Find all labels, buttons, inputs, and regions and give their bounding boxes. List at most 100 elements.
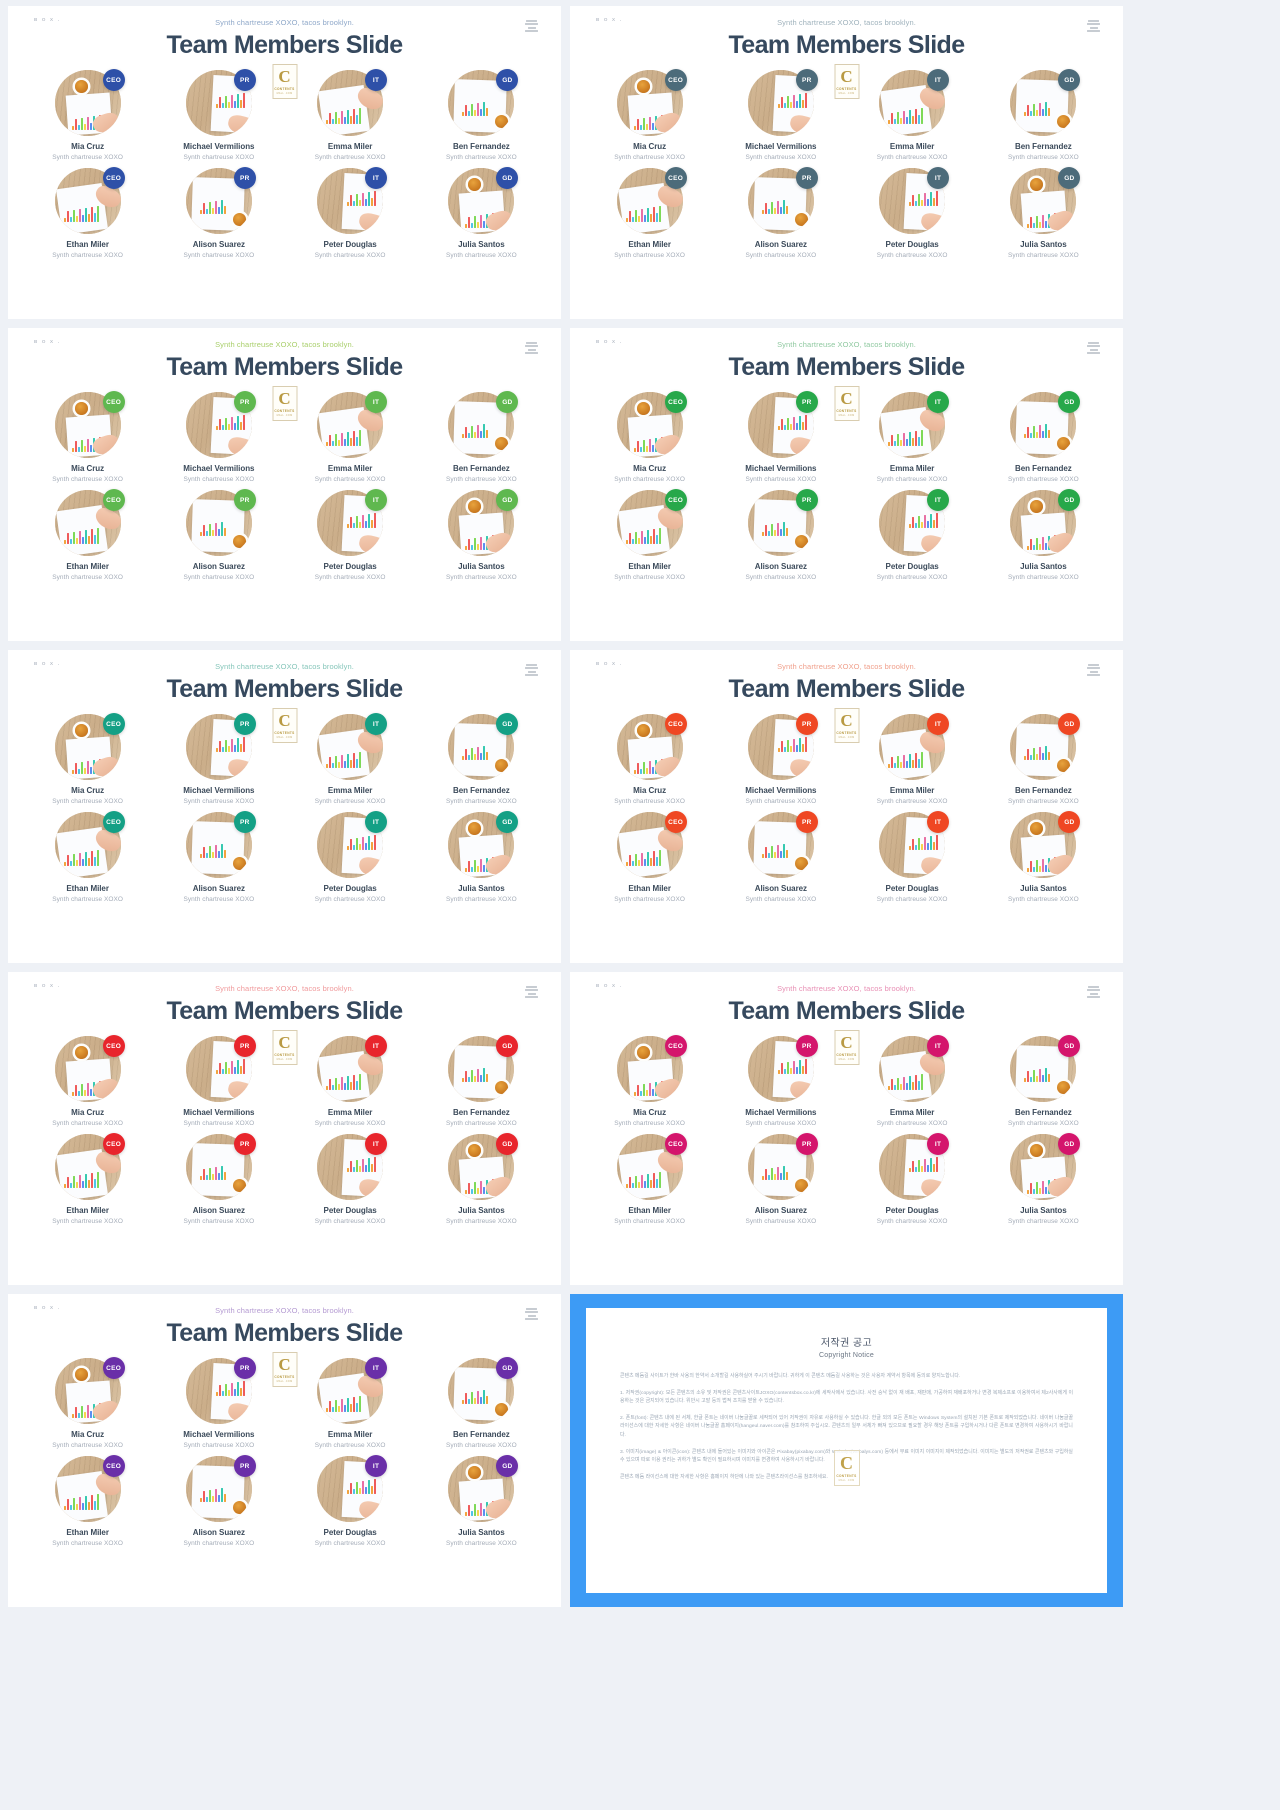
member-tagline: Synth chartreuse XOXO	[52, 154, 124, 161]
team-member-card[interactable]: IT Emma Miler Synth chartreuse XOXO	[285, 713, 416, 805]
role-badge: GD	[496, 167, 519, 189]
team-member-card[interactable]: GD Ben Fernandez Synth chartreuse XOXO	[978, 1035, 1109, 1127]
team-member-card[interactable]: IT Peter Douglas Synth chartreuse XOXO	[847, 1133, 978, 1225]
team-member-card[interactable]: PR Alison Suarez Synth chartreuse XOXO	[153, 1133, 284, 1225]
team-member-card[interactable]: CEO Ethan Miler Synth chartreuse XOXO	[584, 811, 715, 903]
team-member-card[interactable]: IT Emma Miler Synth chartreuse XOXO	[847, 713, 978, 805]
team-member-card[interactable]: GD Ben Fernandez Synth chartreuse XOXO	[978, 713, 1109, 805]
slide-card-9[interactable]: B O X . Synth chartreuse XOXO, tacos bro…	[8, 1294, 561, 1607]
team-member-card[interactable]: GD Julia Santos Synth chartreuse XOXO	[416, 1133, 547, 1225]
team-member-card[interactable]: GD Julia Santos Synth chartreuse XOXO	[978, 811, 1109, 903]
team-member-card[interactable]: CEO Mia Cruz Synth chartreuse XOXO	[584, 69, 715, 161]
member-name: Ben Fernandez	[1015, 1108, 1072, 1117]
role-badge: PR	[795, 167, 818, 189]
team-member-card[interactable]: CEO Mia Cruz Synth chartreuse XOXO	[584, 713, 715, 805]
team-member-card[interactable]: IT Emma Miler Synth chartreuse XOXO	[847, 391, 978, 483]
team-member-card[interactable]: CEO Ethan Miler Synth chartreuse XOXO	[584, 489, 715, 581]
team-member-card[interactable]: IT Peter Douglas Synth chartreuse XOXO	[285, 167, 416, 259]
team-member-card[interactable]: PR Michael Vermilions Synth chartreuse X…	[153, 391, 284, 483]
team-member-card[interactable]: PR Michael Vermilions Synth chartreuse X…	[715, 1035, 846, 1127]
team-member-card[interactable]: CEO Mia Cruz Synth chartreuse XOXO	[22, 391, 153, 483]
slide-card-7[interactable]: B O X . Synth chartreuse XOXO, tacos bro…	[8, 972, 561, 1285]
slide-card-3[interactable]: B O X . Synth chartreuse XOXO, tacos bro…	[8, 328, 561, 641]
team-member-card[interactable]: CEO Mia Cruz Synth chartreuse XOXO	[22, 69, 153, 161]
team-member-card[interactable]: CEO Ethan Miler Synth chartreuse XOXO	[22, 1455, 153, 1547]
member-name: Alison Suarez	[192, 884, 245, 893]
team-member-card[interactable]: IT Emma Miler Synth chartreuse XOXO	[285, 391, 416, 483]
team-member-card[interactable]: CEO Ethan Miler Synth chartreuse XOXO	[22, 489, 153, 581]
slide-card-1[interactable]: B O X . Synth chartreuse XOXO, tacos bro…	[8, 6, 561, 319]
team-member-card[interactable]: GD Julia Santos Synth chartreuse XOXO	[978, 167, 1109, 259]
member-name: Michael Vermilions	[745, 1108, 817, 1117]
team-member-card[interactable]: PR Michael Vermilions Synth chartreuse X…	[715, 713, 846, 805]
team-member-card[interactable]: CEO Mia Cruz Synth chartreuse XOXO	[22, 713, 153, 805]
team-member-card[interactable]: IT Peter Douglas Synth chartreuse XOXO	[847, 489, 978, 581]
team-member-card[interactable]: IT Peter Douglas Synth chartreuse XOXO	[285, 811, 416, 903]
team-member-card[interactable]: PR Alison Suarez Synth chartreuse XOXO	[153, 811, 284, 903]
team-member-card[interactable]: GD Ben Fernandez Synth chartreuse XOXO	[978, 69, 1109, 161]
role-badge: IT	[365, 489, 388, 511]
team-member-card[interactable]: PR Alison Suarez Synth chartreuse XOXO	[715, 811, 846, 903]
team-member-card[interactable]: PR Michael Vermilions Synth chartreuse X…	[153, 713, 284, 805]
team-member-card[interactable]: IT Emma Miler Synth chartreuse XOXO	[285, 69, 416, 161]
slide-card-2[interactable]: B O X . Synth chartreuse XOXO, tacos bro…	[570, 6, 1123, 319]
team-member-card[interactable]: GD Ben Fernandez Synth chartreuse XOXO	[416, 713, 547, 805]
team-member-card[interactable]: IT Peter Douglas Synth chartreuse XOXO	[847, 167, 978, 259]
team-member-card[interactable]: IT Emma Miler Synth chartreuse XOXO	[285, 1035, 416, 1127]
team-member-card[interactable]: GD Julia Santos Synth chartreuse XOXO	[416, 489, 547, 581]
stacked-layers-logo-icon	[524, 986, 539, 1000]
member-tagline: Synth chartreuse XOXO	[614, 798, 686, 805]
team-member-card[interactable]: IT Peter Douglas Synth chartreuse XOXO	[285, 1133, 416, 1225]
avatar-wrap: CEO	[616, 1133, 687, 1200]
team-member-card[interactable]: PR Alison Suarez Synth chartreuse XOXO	[715, 167, 846, 259]
team-member-card[interactable]: CEO Ethan Miler Synth chartreuse XOXO	[584, 167, 715, 259]
team-member-card[interactable]: GD Julia Santos Synth chartreuse XOXO	[416, 811, 547, 903]
team-member-card[interactable]: IT Emma Miler Synth chartreuse XOXO	[847, 1035, 978, 1127]
member-tagline: Synth chartreuse XOXO	[1007, 1120, 1079, 1127]
slide-card-4[interactable]: B O X . Synth chartreuse XOXO, tacos bro…	[570, 328, 1123, 641]
slide-card-5[interactable]: B O X . Synth chartreuse XOXO, tacos bro…	[8, 650, 561, 963]
team-member-card[interactable]: PR Michael Vermilions Synth chartreuse X…	[153, 69, 284, 161]
team-member-card[interactable]: GD Ben Fernandez Synth chartreuse XOXO	[416, 1035, 547, 1127]
team-member-card[interactable]: IT Emma Miler Synth chartreuse XOXO	[847, 69, 978, 161]
stacked-layers-logo-icon	[524, 342, 539, 356]
member-tagline: Synth chartreuse XOXO	[183, 1540, 255, 1547]
team-member-card[interactable]: PR Michael Vermilions Synth chartreuse X…	[715, 69, 846, 161]
team-member-card[interactable]: GD Ben Fernandez Synth chartreuse XOXO	[416, 391, 547, 483]
avatar-wrap: IT	[317, 1133, 388, 1200]
team-member-card[interactable]: GD Julia Santos Synth chartreuse XOXO	[978, 489, 1109, 581]
slide-card-6[interactable]: B O X . Synth chartreuse XOXO, tacos bro…	[570, 650, 1123, 963]
team-member-card[interactable]: GD Ben Fernandez Synth chartreuse XOXO	[978, 391, 1109, 483]
team-member-card[interactable]: IT Peter Douglas Synth chartreuse XOXO	[285, 1455, 416, 1547]
team-member-card[interactable]: PR Alison Suarez Synth chartreuse XOXO	[715, 489, 846, 581]
team-member-card[interactable]: IT Emma Miler Synth chartreuse XOXO	[285, 1357, 416, 1449]
team-member-card[interactable]: GD Julia Santos Synth chartreuse XOXO	[416, 167, 547, 259]
team-member-card[interactable]: PR Alison Suarez Synth chartreuse XOXO	[153, 167, 284, 259]
team-member-card[interactable]: CEO Ethan Miler Synth chartreuse XOXO	[22, 167, 153, 259]
team-member-card[interactable]: GD Julia Santos Synth chartreuse XOXO	[416, 1455, 547, 1547]
team-member-card[interactable]: CEO Mia Cruz Synth chartreuse XOXO	[22, 1357, 153, 1449]
role-badge: PR	[233, 69, 256, 91]
team-member-card[interactable]: CEO Mia Cruz Synth chartreuse XOXO	[584, 391, 715, 483]
team-member-card[interactable]: PR Michael Vermilions Synth chartreuse X…	[153, 1357, 284, 1449]
team-member-card[interactable]: PR Alison Suarez Synth chartreuse XOXO	[153, 489, 284, 581]
team-member-card[interactable]: IT Peter Douglas Synth chartreuse XOXO	[847, 811, 978, 903]
team-member-card[interactable]: PR Alison Suarez Synth chartreuse XOXO	[153, 1455, 284, 1547]
team-member-card[interactable]: CEO Mia Cruz Synth chartreuse XOXO	[22, 1035, 153, 1127]
role-badge: CEO	[102, 1357, 125, 1379]
team-member-card[interactable]: GD Ben Fernandez Synth chartreuse XOXO	[416, 1357, 547, 1449]
avatar-wrap: CEO	[54, 811, 125, 878]
member-tagline: Synth chartreuse XOXO	[445, 896, 517, 903]
team-member-card[interactable]: IT Peter Douglas Synth chartreuse XOXO	[285, 489, 416, 581]
contents-mall-watermark: C CONTENTS MALL .COM	[834, 1030, 859, 1065]
team-member-card[interactable]: GD Julia Santos Synth chartreuse XOXO	[978, 1133, 1109, 1225]
team-member-card[interactable]: PR Alison Suarez Synth chartreuse XOXO	[715, 1133, 846, 1225]
slide-card-8[interactable]: B O X . Synth chartreuse XOXO, tacos bro…	[570, 972, 1123, 1285]
team-member-card[interactable]: PR Michael Vermilions Synth chartreuse X…	[153, 1035, 284, 1127]
team-member-card[interactable]: PR Michael Vermilions Synth chartreuse X…	[715, 391, 846, 483]
team-member-card[interactable]: CEO Ethan Miler Synth chartreuse XOXO	[22, 1133, 153, 1225]
team-member-card[interactable]: GD Ben Fernandez Synth chartreuse XOXO	[416, 69, 547, 161]
team-member-card[interactable]: CEO Ethan Miler Synth chartreuse XOXO	[584, 1133, 715, 1225]
team-member-card[interactable]: CEO Mia Cruz Synth chartreuse XOXO	[584, 1035, 715, 1127]
team-member-card[interactable]: CEO Ethan Miler Synth chartreuse XOXO	[22, 811, 153, 903]
